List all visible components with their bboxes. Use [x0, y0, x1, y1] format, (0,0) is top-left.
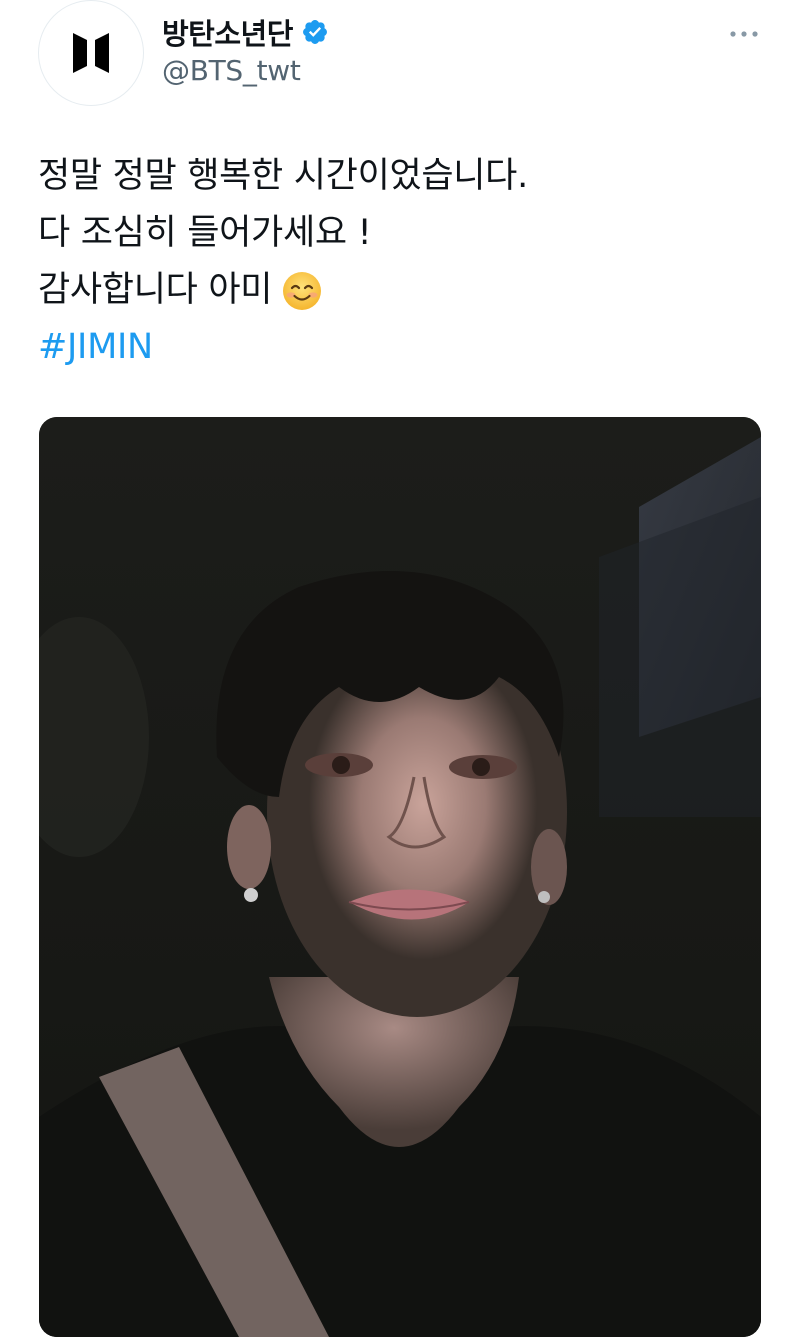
tweet-photo[interactable]	[39, 417, 761, 1337]
tweet-hashtag-line: #JIMIN	[38, 319, 758, 376]
tweet-line-2: 다 조심히 들어가세요 !	[38, 213, 372, 253]
tweet-text: 정말 정말 행복한 시간이었습니다. 다 조심히 들어가세요 ! 감사합니다 아…	[38, 148, 758, 376]
avatar[interactable]	[38, 0, 144, 106]
tweet-line-3-text: 감사합니다 아미	[38, 270, 273, 310]
tweet-line-3: 감사합니다 아미	[38, 262, 758, 319]
hashtag-link[interactable]: #JIMIN	[38, 319, 153, 376]
tweet: 방탄소년단 @BTS_twt 정말 정말 행복한 시간이었습니다. 다 조심히 …	[0, 0, 800, 1337]
author-name-row[interactable]: 방탄소년단	[162, 12, 329, 52]
more-dots-icon	[730, 31, 758, 37]
display-name[interactable]: 방탄소년단	[162, 11, 293, 53]
bts-logo-icon	[73, 33, 109, 73]
photo-image	[39, 417, 761, 1337]
verified-badge-icon	[302, 20, 327, 44]
tweet-line-1: 정말 정말 행복한 시간이었습니다.	[38, 156, 528, 196]
more-options-button[interactable]	[722, 24, 766, 44]
handle[interactable]: @BTS_twt	[162, 54, 301, 87]
smiling-face-emoji	[283, 271, 322, 310]
